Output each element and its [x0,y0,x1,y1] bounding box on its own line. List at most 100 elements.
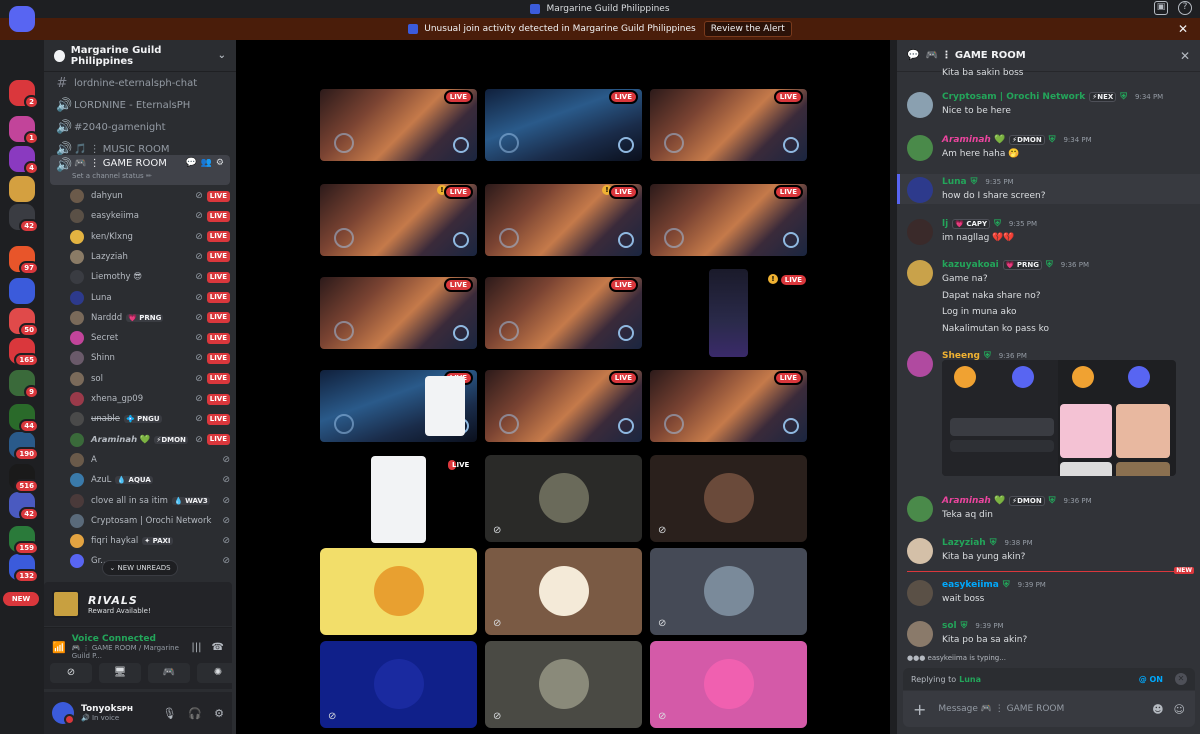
server-icon[interactable]: 42 [9,492,39,521]
camera-tile[interactable]: ⊘ [650,641,807,728]
avatar[interactable] [907,260,933,286]
server-icon[interactable]: 44 [9,404,39,433]
stream-tile[interactable]: LIVE [650,370,807,442]
camera-tile[interactable]: ⊘ [485,548,642,635]
server-icon[interactable]: 4 [9,146,39,175]
voice-user[interactable]: Luna ⊘ LIVE [70,288,230,308]
voice-user[interactable]: fiqri haykal ✦ PAXI ⊘ [70,531,230,551]
camera-tile[interactable] [320,548,477,635]
noise-suppression-icon[interactable]: ||| [191,642,201,653]
review-alert-button[interactable]: Review the Alert [703,21,792,37]
voice-user[interactable]: clove all in sa itim 💧 WAV3 ⊘ [70,491,230,511]
chat-icon[interactable]: 💬 [185,158,196,168]
share-screen-button[interactable]: 🖥 [99,663,141,683]
channel-item[interactable]: # lordnine-eternalsph-chat [50,73,230,94]
stream-tile[interactable]: LIVE [485,370,642,442]
gif-icon[interactable]: ☻ [1152,703,1163,716]
channel-item[interactable]: 🔊 #2040-gamenight [50,117,230,138]
close-chat-icon[interactable]: ✕ [1180,49,1190,63]
stream-tile[interactable]: LIVE [650,184,807,256]
author-name[interactable]: Lazyziah [942,538,986,548]
channel-status[interactable]: Set a channel status ✏ [72,172,152,180]
new-servers-pill[interactable]: NEW [3,592,39,606]
server-icon[interactable] [9,176,35,202]
headphones-icon[interactable]: 🎧 [188,707,202,720]
disconnect-icon[interactable]: ☎ [212,642,224,653]
server-icon[interactable] [9,278,35,304]
stream-tile[interactable]: LIVE [371,456,469,543]
voice-user[interactable]: Lazyziah ⊘ LIVE [70,247,230,267]
avatar[interactable] [907,538,933,564]
settings-gear-icon[interactable]: ⚙ [216,158,224,168]
new-unreads-button[interactable]: ⌄ NEW UNREADS [102,560,178,576]
mic-icon[interactable]: 🎙 [162,707,176,720]
voice-user[interactable]: Narddd 💗 PRNG ⊘ LIVE [70,308,230,328]
server-icon[interactable]: 516 [9,464,39,493]
message-image[interactable] [942,360,1176,476]
activity-button[interactable]: 🎮 [148,663,190,683]
server-icon[interactable]: 97 [9,246,39,275]
voice-user[interactable]: Secret ⊘ LIVE [70,328,230,348]
help-icon[interactable]: ? [1178,1,1192,15]
stream-tile[interactable]: LIVE [485,89,642,161]
author-name[interactable]: sol [942,621,957,631]
server-icon[interactable]: 1 [9,116,39,145]
author-name[interactable]: lj [942,219,948,229]
stream-tile[interactable]: ! LIVE [320,184,477,256]
stream-tile[interactable]: ! LIVE [485,184,642,256]
add-attachment-icon[interactable]: + [913,700,926,719]
camera-tile[interactable]: ⊘ [650,455,807,542]
voice-user[interactable]: sol ⊘ LIVE [70,369,230,389]
channel-item[interactable]: 🔊 LORDNINE - EternalsPH [50,95,230,116]
stream-tile[interactable]: ! LIVE [709,269,808,357]
author-name[interactable]: kazuyakoai [942,260,999,270]
author-name[interactable]: 𝘼𝙧𝙖𝙢𝙞𝙣𝙖𝙝 💚 [942,496,1005,506]
stream-tile[interactable]: LIVE [485,277,642,349]
voice-user[interactable]: xhena_gp09 ⊘ LIVE [70,389,230,409]
server-header[interactable]: Margarine Guild Philippines ⌄ [44,40,236,72]
voice-user[interactable]: ken/Klxng ⊘ LIVE [70,227,230,247]
server-icon[interactable]: 50 [9,308,39,337]
channel-item-game-room[interactable]: 🔊 🎮 ⋮ GAME ROOM Set a channel status ✏ 💬 👥 ⚙ [50,155,230,185]
camera-tile[interactable]: ⊘ [320,641,477,728]
voice-user[interactable]: A ⊘ [70,450,230,470]
stream-tile[interactable] [425,376,465,436]
voice-user[interactable]: dahyun ⊘ LIVE [70,186,230,206]
inbox-icon[interactable]: ▣ [1154,1,1168,15]
avatar[interactable] [907,177,933,203]
avatar[interactable] [907,219,933,245]
stream-tile[interactable]: LIVE [320,89,477,161]
signal-icon[interactable]: 📶 [52,641,66,654]
avatar[interactable] [907,351,933,377]
server-icon[interactable]: 159 [9,526,39,555]
avatar[interactable] [907,92,933,118]
voice-user[interactable]: Shinn ⊘ LIVE [70,348,230,368]
camera-tile[interactable]: ⊘ [485,641,642,728]
voice-user[interactable]: easykeiima ⊘ LIVE [70,206,230,226]
server-icon[interactable]: 132 [9,554,39,583]
invite-icon[interactable]: 👥 [201,158,212,168]
cancel-reply-icon[interactable]: ✕ [1175,673,1187,685]
soundboard-button[interactable]: ✺ [197,663,239,683]
server-icon[interactable]: 42 [9,204,39,233]
avatar[interactable] [907,621,933,647]
camera-button[interactable]: ⊘ [50,663,92,683]
close-icon[interactable]: ✕ [1178,22,1188,36]
settings-gear-icon[interactable]: ⚙ [214,707,224,720]
author-name[interactable]: Luna [942,177,967,187]
voice-user[interactable]: unable 💠 PNGU ⊘ LIVE [70,409,230,429]
server-icon[interactable]: 165 [9,338,39,367]
voice-channel[interactable]: 🎮 ⋮ GAME ROOM / Margarine Guild P... [72,644,186,660]
voice-user[interactable]: AzuL 💧 AQUA ⊘ [70,470,230,490]
avatar[interactable] [52,702,75,725]
camera-tile[interactable]: ⊘ [650,548,807,635]
promo-card[interactable]: RIVALS Reward Available! [44,582,232,626]
stream-tile[interactable]: LIVE [650,89,807,161]
avatar[interactable] [907,496,933,522]
avatar[interactable] [907,135,933,161]
voice-status[interactable]: Voice Connected [72,634,186,644]
voice-user[interactable]: 𝘼𝙧𝙖𝙢𝙞𝙣𝙖𝙝 💚 ⚡DMON ⊘ LIVE [70,430,230,450]
mention-toggle[interactable]: @ ON [1139,675,1163,684]
author-name[interactable]: Cryptosam | Orochi Network [942,92,1085,102]
server-icon[interactable]: 2 [9,80,39,109]
